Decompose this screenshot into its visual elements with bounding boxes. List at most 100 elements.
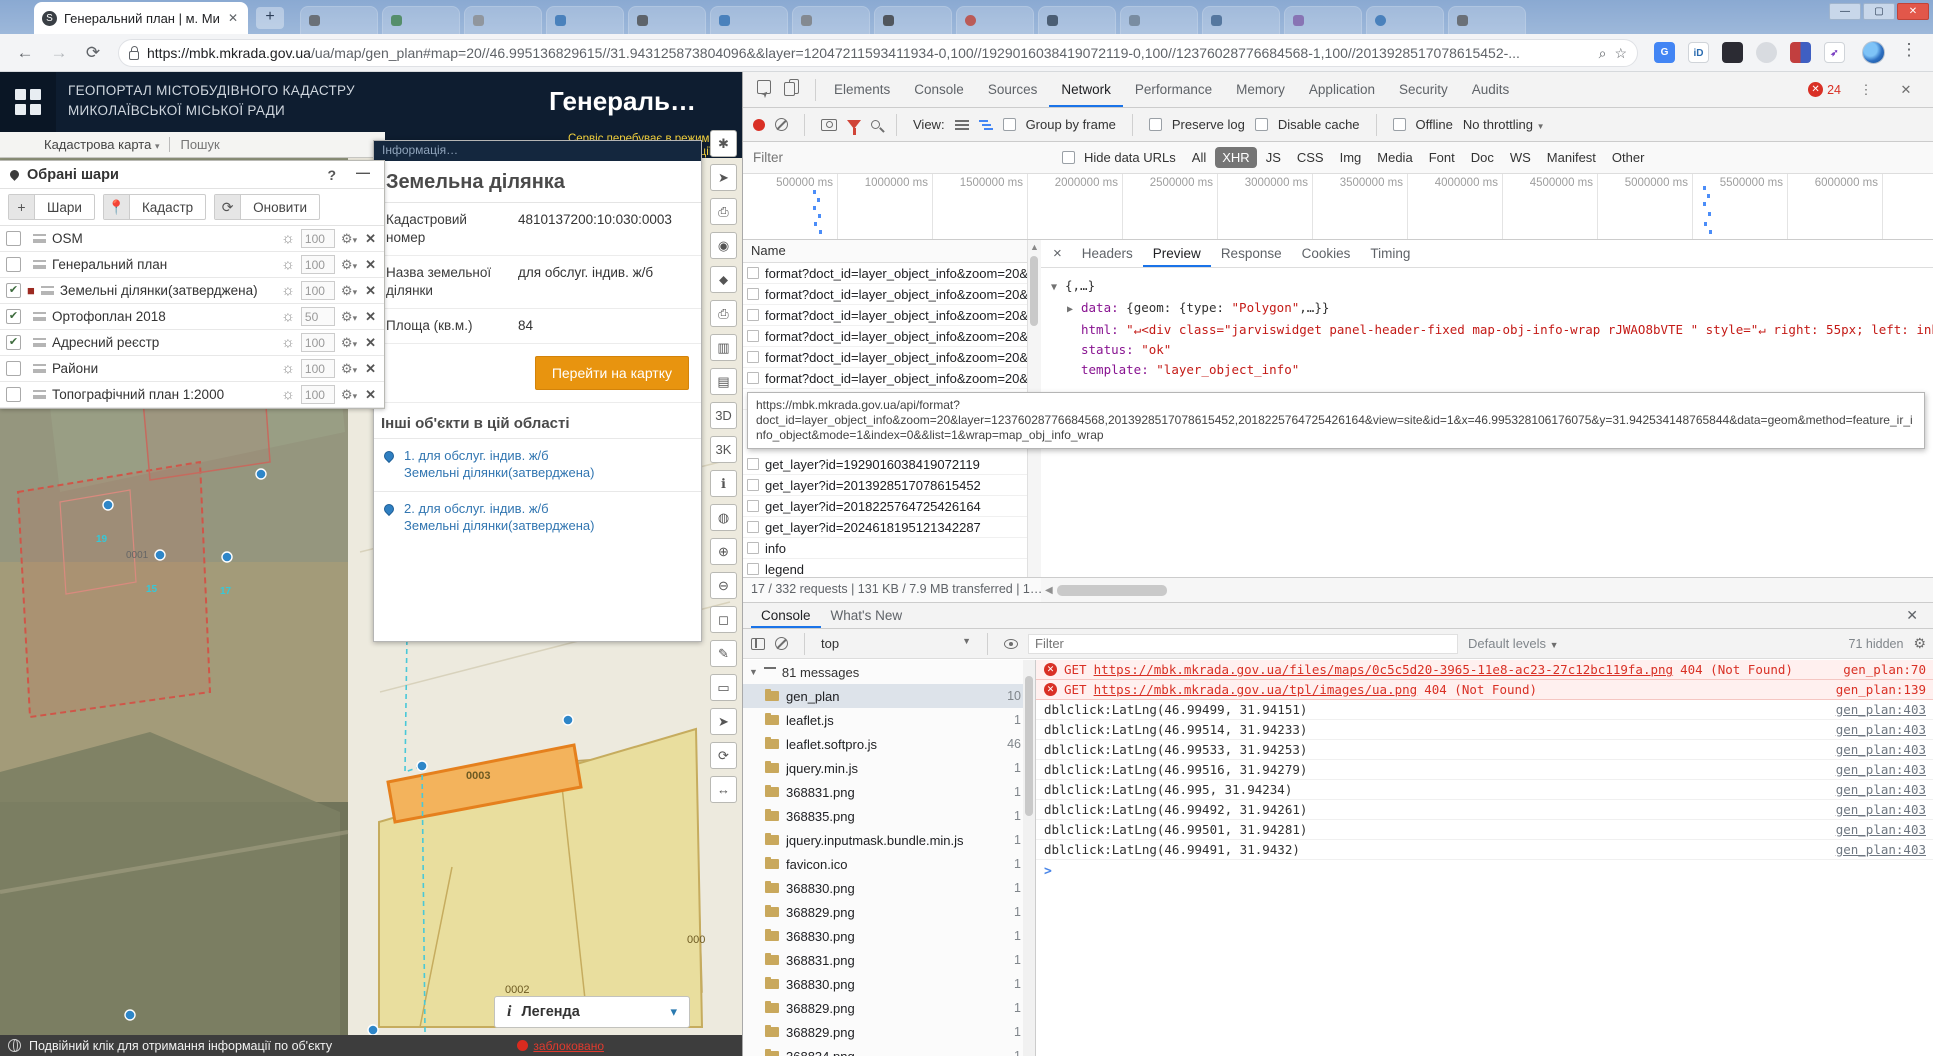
flag-extension-icon[interactable] [1790,42,1811,63]
feather-extension-icon[interactable]: ➶ [1824,42,1845,63]
log-levels-dropdown[interactable]: Default levels ▼ [1468,636,1559,651]
preview-tab[interactable]: Headers [1072,240,1143,267]
map-tool-button[interactable]: ⊖ [710,572,737,599]
source-location-link[interactable]: gen_plan:403 [1836,742,1926,757]
request-list-header[interactable]: Name [743,240,1040,263]
search-input[interactable] [170,137,370,152]
search-icon[interactable] [871,120,880,129]
legend-button[interactable]: і Легенда ▾ [494,996,690,1028]
source-location-link[interactable]: gen_plan:403 [1836,822,1926,837]
console-source-item[interactable]: 368829.png 1 [743,900,1035,924]
console-source-item[interactable]: 368830.png 1 [743,924,1035,948]
inspect-element-icon[interactable] [749,77,779,103]
translate-extension-icon[interactable]: G [1654,42,1675,63]
remove-layer-icon[interactable]: ✕ [363,231,378,247]
request-type-chip[interactable]: Img [1333,147,1369,168]
map-tool-button[interactable]: ⎙ [710,300,737,327]
back-button[interactable]: ← [12,40,38,66]
console-tab[interactable]: What's New [821,603,913,628]
request-checkbox[interactable] [747,500,759,512]
clear-icon[interactable] [775,118,788,131]
info-panel-header[interactable]: Інформація… [374,141,701,161]
drag-handle-icon[interactable] [33,234,46,243]
address-bar[interactable]: https://mbk.mkrada.gov.ua/ua/map/gen_pla… [118,39,1638,67]
layer-settings-button[interactable]: ⚙▾ [341,361,357,377]
zoom-level-icon[interactable]: ⌕ [1599,45,1607,62]
window-minimize-button[interactable]: — [1829,3,1861,20]
background-tab[interactable] [382,6,460,34]
console-log-row[interactable]: dblclick:LatLng(46.99499, 31.94151) gen_… [1036,700,1933,720]
layer-row[interactable]: Генеральний план ☼ ⚙▾ ✕ [0,252,384,278]
background-tab[interactable] [956,6,1034,34]
remove-layer-icon[interactable]: ✕ [363,283,378,299]
request-type-chip[interactable]: JS [1259,147,1288,168]
map-tool-button[interactable]: ⟳ [710,742,737,769]
console-source-item[interactable]: jquery.inputmask.bundle.min.js 1 [743,828,1035,852]
layer-row[interactable]: Райони ☼ ⚙▾ ✕ [0,356,384,382]
request-checkbox[interactable] [747,563,759,575]
preview-tab[interactable]: Preview [1143,240,1211,267]
active-tab[interactable]: S Генеральний план | м. Микола ✕ [34,2,248,34]
execution-context-dropdown[interactable]: top▼ [821,636,971,651]
map-tool-button[interactable]: ➤ [710,164,737,191]
request-row[interactable]: legend [743,559,1040,577]
console-source-item[interactable]: jquery.min.js 1 [743,756,1035,780]
layer-checkbox[interactable] [6,387,21,402]
source-location-link[interactable]: gen_plan:403 [1836,802,1926,817]
layer-checkbox[interactable]: ✔ [6,283,21,298]
remove-layer-icon[interactable]: ✕ [363,309,378,325]
devtools-tab[interactable]: Elements [822,72,902,107]
devtools-tab[interactable]: Performance [1123,72,1224,107]
other-object-link[interactable]: 2. для обслуг. індив. ж/б Земельні ділян… [374,491,701,544]
view-waterfall-icon[interactable] [979,119,993,131]
preserve-log-checkbox[interactable] [1149,118,1162,131]
devtools-tab[interactable]: Memory [1224,72,1297,107]
preview-json[interactable]: ▼{,…} ▶data: {geom: {type: "Polygon",…}}… [1041,268,1933,380]
map-tool-button[interactable]: ▥ [710,334,737,361]
map-tool-button[interactable]: 3D [710,402,737,429]
background-tab[interactable] [628,6,706,34]
background-tab[interactable] [1202,6,1280,34]
console-source-item[interactable]: favicon.ico 1 [743,852,1035,876]
background-tab[interactable] [1366,6,1444,34]
penguin-extension-icon[interactable] [1722,42,1743,63]
console-log-row[interactable]: dblclick:LatLng(46.995, 31.94234) gen_pl… [1036,780,1933,800]
drag-handle-icon[interactable] [33,338,46,347]
remove-layer-icon[interactable]: ✕ [363,387,378,403]
request-checkbox[interactable] [747,288,759,300]
request-row[interactable]: format?doct_id=layer_object_info&zoom=20… [743,263,1040,284]
window-maximize-button[interactable]: ▢ [1863,3,1895,20]
remove-layer-icon[interactable]: ✕ [363,257,378,273]
base-layer-dropdown[interactable]: Кадастрова карта ▾ [40,137,170,152]
request-type-chip[interactable]: WS [1503,147,1538,168]
console-source-item[interactable]: leaflet.softpro.js 46 [743,732,1035,756]
map-tool-button[interactable]: ⊕ [710,538,737,565]
new-tab-button[interactable]: + [256,7,284,29]
throttling-dropdown[interactable]: No throttling ▼ [1463,117,1545,132]
group-by-frame-checkbox[interactable] [1003,118,1016,131]
console-tab[interactable]: Console [751,603,821,628]
drag-handle-icon[interactable] [33,390,46,399]
request-checkbox[interactable] [747,267,759,279]
devtools-close-icon[interactable]: ✕ [1891,77,1921,103]
source-location-link[interactable]: gen_plan:403 [1836,702,1926,717]
offline-checkbox[interactable] [1393,118,1406,131]
layer-row[interactable]: ✔ Адресний реєстр ☼ ⚙▾ ✕ [0,330,384,356]
console-source-item[interactable]: 368835.png 1 [743,804,1035,828]
request-type-chip[interactable]: All [1185,147,1213,168]
map-tool-button[interactable]: ℹ [710,470,737,497]
request-row[interactable]: info [743,538,1040,559]
horizontal-scrollbar[interactable]: ◀ [1041,577,1933,602]
request-checkbox[interactable] [747,351,759,363]
network-timeline[interactable]: 500000 ms1000000 ms1500000 ms2000000 ms2… [743,174,1933,240]
opacity-input[interactable] [301,385,335,404]
app-logo[interactable] [0,72,56,132]
request-row[interactable]: format?doct_id=layer_object_info&zoom=20… [743,326,1040,347]
hide-data-urls-checkbox[interactable] [1062,151,1075,164]
console-log-row[interactable]: dblclick:LatLng(46.99491, 31.9432) gen_p… [1036,840,1933,860]
error-url-link[interactable]: https://mbk.mkrada.gov.ua/files/maps/0c5… [1094,662,1673,677]
console-settings-gear-icon[interactable]: ⚙ [1913,635,1926,652]
console-prompt-chevron[interactable]: > [1036,860,1933,883]
map-tool-button[interactable]: ↔ [710,776,737,803]
layer-settings-button[interactable]: ⚙▾ [341,257,357,273]
